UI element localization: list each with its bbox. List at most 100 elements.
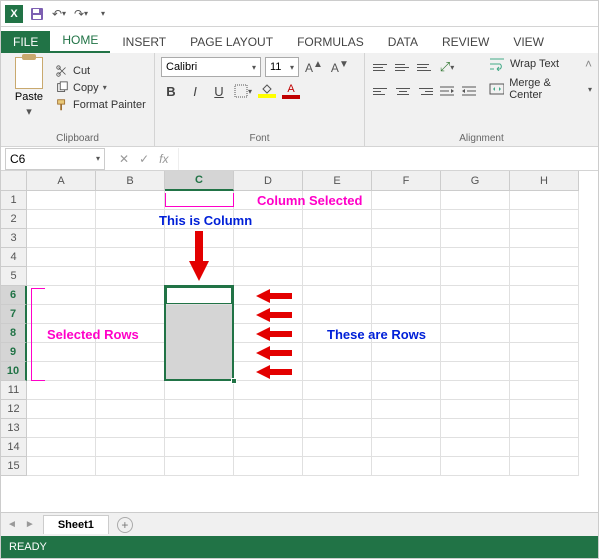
cell[interactable] [303,248,372,267]
wrap-text-button[interactable]: Wrap Text [489,57,592,71]
select-all-button[interactable] [1,171,27,191]
cell[interactable] [96,248,165,267]
column-header[interactable]: A [27,171,96,191]
new-sheet-button[interactable]: + [117,517,133,533]
cell[interactable] [96,210,165,229]
cell[interactable] [96,324,165,343]
tab-file[interactable]: FILE [1,31,50,53]
cell[interactable] [165,381,234,400]
cell[interactable] [372,286,441,305]
paste-dropdown-icon[interactable]: ▾ [26,105,32,118]
cell[interactable] [372,343,441,362]
enter-formula-icon[interactable]: ✓ [139,152,149,166]
redo-icon[interactable]: ↷▾ [73,6,89,22]
cell[interactable] [303,343,372,362]
column-header[interactable]: E [303,171,372,191]
cell[interactable] [372,362,441,381]
row-header[interactable]: 8 [1,324,27,343]
cell[interactable] [510,210,579,229]
cell[interactable] [234,438,303,457]
sheet-nav-prev-icon[interactable]: ◄ [7,519,17,530]
cell[interactable] [96,286,165,305]
cell[interactable] [510,362,579,381]
spreadsheet-grid[interactable]: ABCDEFGH 123456789101112131415 Column Se… [1,171,598,511]
cell[interactable] [510,191,579,210]
cell[interactable] [372,305,441,324]
tab-review[interactable]: REVIEW [430,31,501,53]
cell[interactable] [27,457,96,476]
cell[interactable] [441,191,510,210]
formula-bar[interactable] [178,148,598,170]
cell[interactable] [510,286,579,305]
fx-icon[interactable]: fx [159,152,168,166]
cell[interactable] [96,457,165,476]
fill-handle[interactable] [231,378,237,384]
name-box[interactable]: C6▾ [5,148,105,170]
cell[interactable] [441,343,510,362]
increase-indent-icon[interactable] [459,81,479,101]
row-header[interactable]: 7 [1,305,27,324]
cell[interactable] [303,210,372,229]
cell[interactable] [234,400,303,419]
cut-button[interactable]: Cut [55,64,146,78]
cell[interactable] [372,400,441,419]
cell[interactable] [510,400,579,419]
collapse-ribbon-icon[interactable]: ˄ [585,57,592,71]
font-name-select[interactable]: Calibri▾ [161,57,261,77]
cell[interactable] [96,229,165,248]
cell[interactable] [96,343,165,362]
align-center-icon[interactable] [393,82,413,100]
merge-center-button[interactable]: Merge & Center ▾ [489,77,592,101]
cell[interactable] [165,343,234,362]
cell[interactable] [27,305,96,324]
cell[interactable] [165,286,234,305]
cell[interactable] [510,343,579,362]
column-header[interactable]: C [165,171,234,191]
sheet-tab-active[interactable]: Sheet1 [43,515,109,534]
cell[interactable] [234,381,303,400]
column-header[interactable]: D [234,171,303,191]
cell[interactable] [441,210,510,229]
column-header[interactable]: B [96,171,165,191]
cell[interactable] [441,400,510,419]
cell[interactable] [372,419,441,438]
cell[interactable] [510,324,579,343]
row-header[interactable]: 2 [1,210,27,229]
tab-home[interactable]: HOME [50,29,110,53]
cell[interactable] [27,343,96,362]
cell[interactable] [27,438,96,457]
cell[interactable] [27,267,96,286]
row-header[interactable]: 9 [1,343,27,362]
cell[interactable] [165,191,234,210]
cell[interactable] [165,457,234,476]
cell[interactable] [441,248,510,267]
cell[interactable] [510,438,579,457]
cell[interactable] [27,381,96,400]
align-left-icon[interactable] [371,82,391,100]
cell[interactable] [441,324,510,343]
tab-data[interactable]: DATA [376,31,430,53]
cell[interactable] [234,267,303,286]
sheet-nav-next-icon[interactable]: ► [25,519,35,530]
cell[interactable] [441,286,510,305]
cell[interactable] [303,419,372,438]
cell[interactable] [303,438,372,457]
cell[interactable] [27,400,96,419]
bold-button[interactable]: B [161,81,181,101]
qat-customize-icon[interactable]: ▾ [95,6,111,22]
row-header[interactable]: 5 [1,267,27,286]
decrease-font-icon[interactable]: A▼ [329,59,351,75]
cell[interactable] [96,191,165,210]
cell[interactable] [27,229,96,248]
cell[interactable] [441,438,510,457]
font-size-select[interactable]: 11▾ [265,57,299,77]
orientation-icon[interactable]: ⤢▾ [437,57,457,77]
cell[interactable] [510,229,579,248]
align-bottom-icon[interactable] [415,58,435,76]
cell[interactable] [372,324,441,343]
tab-formulas[interactable]: FORMULAS [285,31,376,53]
cell[interactable] [234,248,303,267]
cell[interactable] [96,362,165,381]
cell[interactable] [303,324,372,343]
cell[interactable] [96,400,165,419]
